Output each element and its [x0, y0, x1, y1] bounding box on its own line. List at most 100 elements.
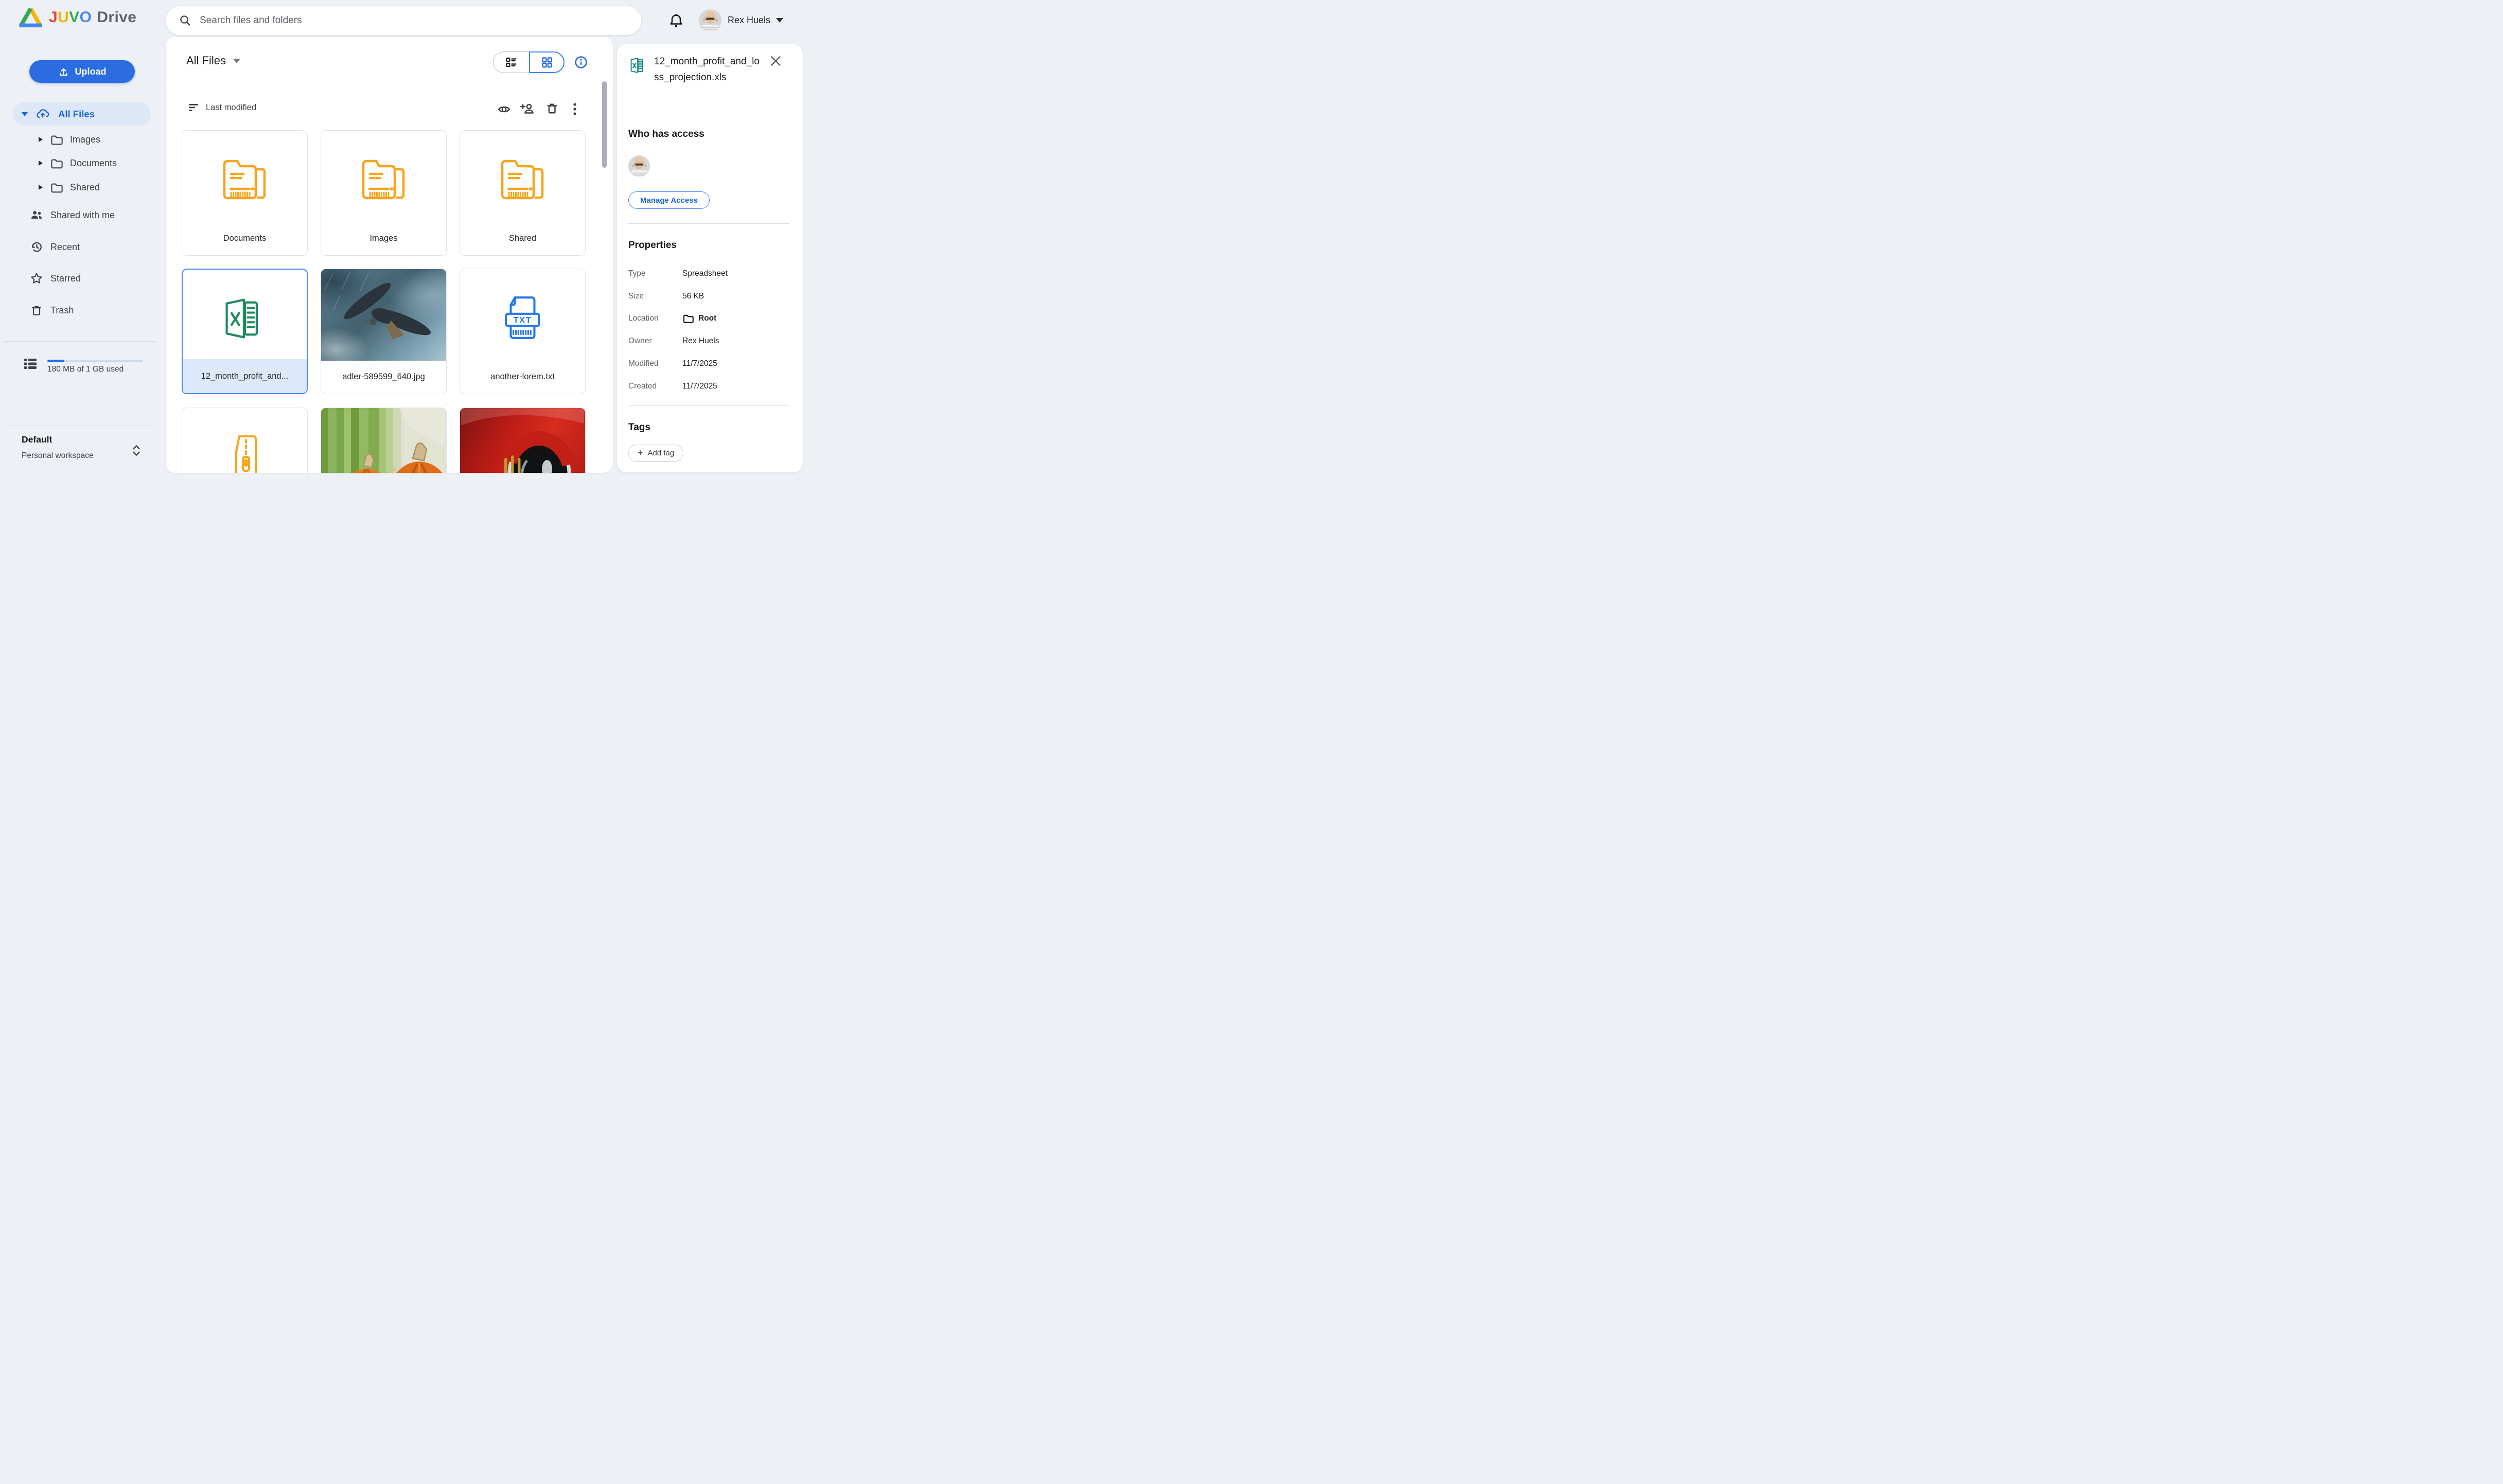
- add-tag-button[interactable]: + Add tag: [628, 445, 683, 462]
- file-card-name: Images: [325, 221, 442, 255]
- property-label: Type: [628, 269, 682, 278]
- details-divider: [628, 223, 789, 224]
- workspace-switcher[interactable]: [129, 439, 144, 462]
- file-card-documents-folder[interactable]: Documents: [182, 130, 308, 256]
- plus-icon: +: [638, 448, 643, 458]
- folder-card-icon-area: [321, 146, 446, 213]
- location-value: Root: [698, 314, 716, 323]
- manage-access-label: Manage Access: [640, 196, 698, 205]
- property-value: Spreadsheet: [682, 269, 728, 278]
- sidebar-item-all-files[interactable]: All Files: [13, 102, 151, 126]
- view-title-dropdown[interactable]: All Files: [186, 54, 240, 67]
- who-has-access-title: Who has access: [628, 129, 704, 140]
- trash-icon: [30, 304, 43, 317]
- access-user-avatar[interactable]: [628, 155, 650, 177]
- file-card-pumpkins-image[interactable]: [321, 408, 447, 473]
- all-files-expand-chevron-down-icon[interactable]: [22, 112, 28, 116]
- chevron-up-icon: [132, 445, 140, 450]
- expand-chevron-right-icon[interactable]: [39, 137, 43, 142]
- sidebar-item-recent[interactable]: Recent: [0, 235, 160, 259]
- sidebar-item-shared-with-me[interactable]: Shared with me: [0, 203, 160, 227]
- folder-icon: [682, 313, 694, 324]
- sidebar-item-label: Shared with me: [50, 210, 115, 221]
- image-thumbnail-pumpkins: [321, 408, 446, 473]
- user-avatar[interactable]: [699, 9, 721, 32]
- eagle-silhouette: [321, 269, 446, 361]
- add-person-icon[interactable]: [520, 102, 534, 116]
- sidebar-item-label: Recent: [50, 242, 80, 253]
- vertical-scrollbar-thumb[interactable]: [602, 81, 607, 168]
- expand-chevron-right-icon[interactable]: [39, 161, 43, 166]
- logo-suffix: Drive: [97, 9, 136, 26]
- property-label: Size: [628, 292, 682, 301]
- spreadsheet-card-icon-area: [183, 285, 307, 352]
- property-value: 11/7/2025: [682, 359, 717, 368]
- storage-usage-label: 180 MB of 1 GB used: [47, 365, 124, 374]
- sidebar-item-starred[interactable]: Starred: [0, 267, 160, 290]
- upload-button[interactable]: Upload: [29, 60, 135, 83]
- sidebar-item-label: All Files: [58, 109, 95, 120]
- user-menu-chevron-down-icon[interactable]: [776, 18, 783, 23]
- file-card-name: adler-589599_640.jpg: [325, 360, 442, 394]
- text-card-icon-area: TXT: [460, 285, 585, 351]
- property-row-owner: Owner Rex Huels: [628, 335, 789, 347]
- upload-icon: [58, 66, 69, 77]
- details-file-name: 12_month_profit_and_loss_projection.xls: [654, 54, 764, 85]
- property-label: Location: [628, 314, 682, 323]
- file-card-spreadsheet-selected[interactable]: 12_month_profit_and...: [182, 269, 308, 394]
- manage-access-button[interactable]: Manage Access: [628, 191, 710, 209]
- grid-view-icon: [541, 56, 553, 68]
- tags-title: Tags: [628, 422, 650, 433]
- delete-trash-icon[interactable]: [545, 101, 559, 115]
- file-card-shared-folder[interactable]: Shared: [460, 130, 586, 256]
- sidebar-item-documents[interactable]: Documents: [0, 151, 160, 175]
- sidebar-divider: [4, 341, 155, 342]
- file-card-adler-jpg[interactable]: adler-589599_640.jpg: [321, 269, 447, 394]
- view-title-chevron-down-icon: [233, 59, 240, 63]
- list-view-icon: [505, 56, 518, 68]
- preview-eye-icon[interactable]: [497, 102, 511, 116]
- sidebar-item-images[interactable]: Images: [0, 128, 160, 151]
- sidebar-item-label: Shared: [70, 182, 100, 193]
- view-title: All Files: [186, 54, 226, 67]
- txt-icon-label: TXT: [513, 316, 531, 325]
- expand-chevron-right-icon[interactable]: [39, 185, 43, 190]
- file-card-car-image[interactable]: [460, 408, 586, 473]
- storage-usage-meter: [47, 360, 143, 362]
- file-card-images-folder[interactable]: Images: [321, 130, 447, 256]
- logo-letter-j: J: [49, 9, 58, 26]
- excel-file-icon: [219, 295, 271, 342]
- sidebar-item-shared[interactable]: Shared: [0, 175, 160, 199]
- folder-card-icon-area: [460, 146, 585, 213]
- people-icon: [30, 208, 43, 222]
- app-title: J U V O Drive: [49, 9, 136, 26]
- user-name-label[interactable]: Rex Huels: [728, 15, 770, 26]
- search-input[interactable]: [200, 15, 628, 26]
- excel-file-icon-small: [628, 56, 648, 75]
- sidebar-item-trash[interactable]: Trash: [0, 298, 160, 322]
- file-card-name: Shared: [464, 221, 581, 255]
- upload-label: Upload: [75, 66, 107, 77]
- file-card-archive[interactable]: [182, 408, 308, 473]
- logo-letter-v: V: [69, 9, 79, 26]
- notifications-bell-icon[interactable]: [668, 12, 684, 29]
- file-card-txt[interactable]: TXT another-lorem.txt: [460, 269, 586, 394]
- storage-usage-fill: [47, 360, 64, 362]
- folder-icon: [50, 157, 63, 170]
- star-icon: [30, 272, 43, 285]
- folder-card-icon-area: [182, 146, 307, 213]
- archive-card-icon-area: [182, 423, 307, 473]
- property-value-location[interactable]: Root: [682, 313, 716, 324]
- folder-icon: [220, 157, 270, 202]
- close-icon[interactable]: [769, 55, 782, 67]
- list-view-button[interactable]: [493, 51, 529, 73]
- sort-control[interactable]: Last modified: [188, 102, 256, 113]
- app-logo: J U V O Drive: [19, 7, 136, 28]
- grid-view-button-active[interactable]: [529, 51, 565, 73]
- file-card-name: another-lorem.txt: [464, 360, 581, 394]
- sort-icon: [188, 102, 199, 113]
- info-icon[interactable]: [574, 56, 588, 69]
- search-bar[interactable]: [166, 6, 641, 35]
- folder-icon: [50, 181, 63, 194]
- more-options-kebab-icon[interactable]: [572, 102, 578, 116]
